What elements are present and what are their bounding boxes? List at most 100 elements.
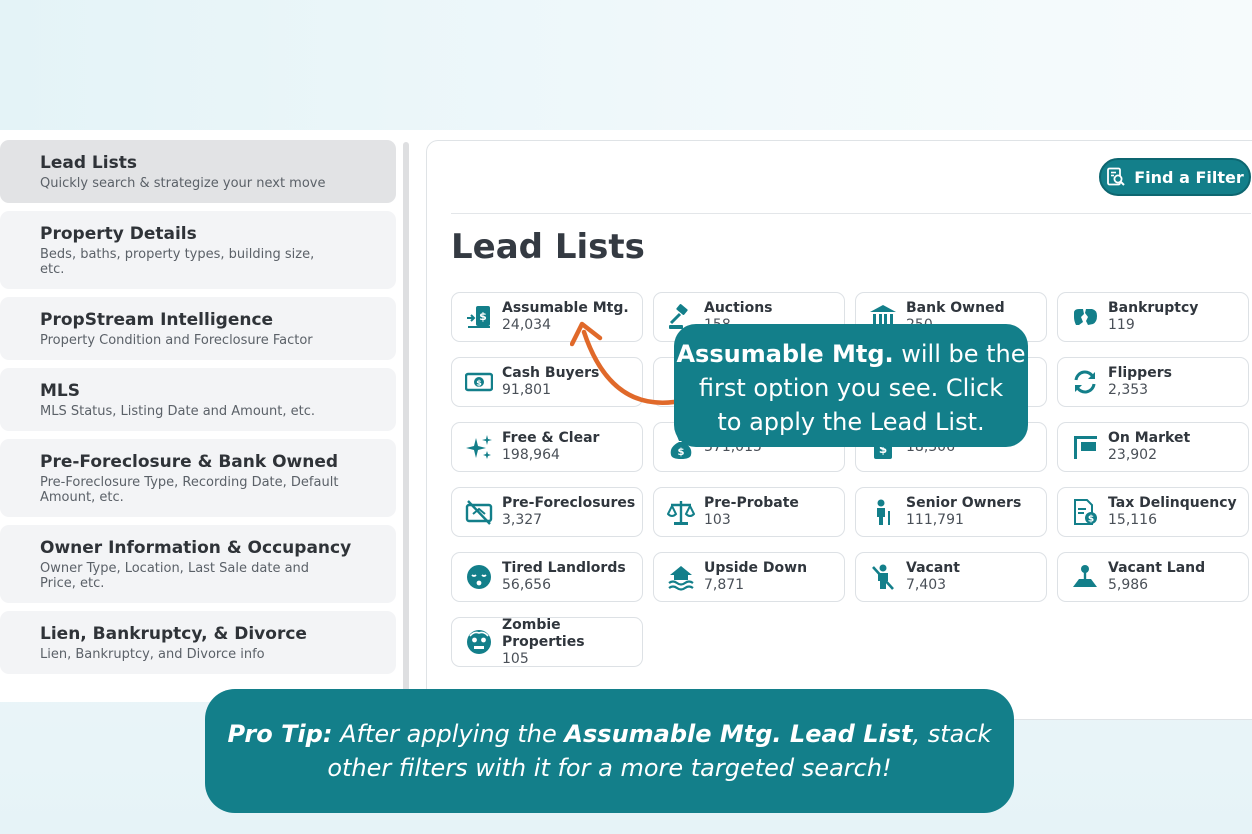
sidebar-item-subtitle: MLS Status, Listing Date and Amount, etc… [40, 404, 316, 419]
land-icon [1070, 562, 1100, 592]
sidebar-item-title: MLS [40, 381, 80, 401]
pro-tip-text2: , stack [912, 720, 992, 748]
filter-sidebar: Lead Lists Quickly search & strategize y… [0, 140, 396, 682]
lead-card-label: Free & Clear [502, 430, 600, 446]
lead-card-vacant[interactable]: Vacant 7,403 [855, 552, 1047, 602]
scales-icon [666, 497, 696, 527]
lead-card-tired-landlords[interactable]: Tired Landlords 56,656 [451, 552, 643, 602]
sidebar-scrollbar[interactable] [403, 142, 409, 702]
senior-icon [868, 497, 898, 527]
lead-card-count: 119 [1108, 317, 1135, 333]
lead-card-count: 23,902 [1108, 447, 1157, 463]
pro-tip-bold: Assumable Mtg. Lead List [564, 720, 913, 748]
lead-card-count: 7,871 [704, 577, 745, 593]
find-filter-label: Find a Filter [1134, 167, 1244, 187]
lead-card-label: Pre-Probate [704, 495, 799, 511]
top-banner [0, 0, 1252, 130]
pro-tip-line2: other filters with it for a more targete… [327, 754, 892, 782]
sidebar-item-lead-lists[interactable]: Lead Lists Quickly search & strategize y… [0, 140, 396, 203]
sidebar-item-owner-information[interactable]: Owner Information & Occupancy Owner Type… [0, 525, 396, 603]
svg-text:$: $ [476, 379, 482, 388]
sidebar-item-title: Lead Lists [40, 153, 137, 173]
pro-tip-text1: After applying the [332, 720, 565, 748]
sidebar-item-subtitle: Property Condition and Foreclosure Facto… [40, 333, 313, 348]
lead-card-label: On Market [1108, 430, 1191, 446]
lead-card-zombie-properties[interactable]: Zombie Properties 105 [451, 617, 643, 667]
lead-card-label: Vacant Land [1108, 560, 1206, 576]
lead-card-free-clear[interactable]: Free & Clear 198,964 [451, 422, 643, 472]
lead-card-count: 15,116 [1108, 512, 1157, 528]
lead-card-on-market[interactable]: On Market 23,902 [1057, 422, 1249, 472]
svg-text:$: $ [678, 447, 685, 458]
pro-tip-label: Pro Tip: [227, 720, 333, 748]
pro-tip-banner: Pro Tip: After applying the Assumable Mt… [205, 689, 1014, 813]
callout-line2: first option you see. Click [698, 374, 1004, 402]
lead-card-flippers[interactable]: Flippers 2,353 [1057, 357, 1249, 407]
tired-face-icon [464, 562, 494, 592]
lead-card-count: 198,964 [502, 447, 560, 463]
assumable-mortgage-icon: $ [464, 302, 494, 332]
sidebar-item-title: Pre-Foreclosure & Bank Owned [40, 452, 339, 472]
sparkle-icon [464, 432, 494, 462]
refresh-icon [1070, 367, 1100, 397]
sidebar-item-propstream-intelligence[interactable]: PropStream Intelligence Property Conditi… [0, 297, 396, 360]
sidebar-item-property-details[interactable]: Property Details Beds, baths, property t… [0, 211, 396, 289]
flood-house-icon [666, 562, 696, 592]
lead-card-bankruptcy[interactable]: Bankruptcy 119 [1057, 292, 1249, 342]
lead-card-label: Zombie Properties [502, 616, 585, 650]
sidebar-item-subtitle: Owner Type, Location, Last Sale date and… [40, 561, 310, 591]
callout-line1: will be the [893, 340, 1026, 368]
lead-card-pre-probate[interactable]: Pre-Probate 103 [653, 487, 845, 537]
lead-card-label: Vacant [906, 560, 960, 576]
search-document-icon [1107, 167, 1125, 186]
lead-card-label: Upside Down [704, 560, 808, 576]
lead-card-label: Pre-Foreclosures [502, 495, 636, 511]
lead-card-count: 103 [704, 512, 731, 528]
cash-icon: $ [464, 367, 494, 397]
sidebar-item-title: Owner Information & Occupancy [40, 538, 352, 558]
lead-card-label: Tired Landlords [502, 560, 626, 576]
lead-card-label: Tax Delinquency [1108, 495, 1237, 511]
sidebar-item-pre-foreclosure[interactable]: Pre-Foreclosure & Bank Owned Pre-Foreclo… [0, 439, 396, 517]
lead-card-label: Flippers [1108, 365, 1172, 381]
zombie-icon [464, 627, 494, 657]
sign-icon [1070, 432, 1100, 462]
sidebar-item-subtitle: Pre-Foreclosure Type, Recording Date, De… [40, 475, 339, 505]
lead-card-pre-foreclosures[interactable]: Pre-Foreclosures 3,327 [451, 487, 643, 537]
sidebar-item-mls[interactable]: MLS MLS Status, Listing Date and Amount,… [0, 368, 396, 431]
sidebar-item-title: PropStream Intelligence [40, 310, 274, 330]
callout-bold: Assumable Mtg. [676, 340, 894, 368]
lead-card-label: Auctions [704, 300, 773, 316]
lead-card-count: 7,403 [906, 577, 947, 593]
lead-card-count: 3,327 [502, 512, 543, 528]
tax-doc-icon: $ [1070, 497, 1100, 527]
broken-piggy-icon [1070, 302, 1100, 332]
sidebar-item-title: Lien, Bankruptcy, & Divorce [40, 624, 307, 644]
lead-card-senior-owners[interactable]: Senior Owners 111,791 [855, 487, 1047, 537]
lead-card-label: Bankruptcy [1108, 300, 1199, 316]
sidebar-item-subtitle: Beds, baths, property types, building si… [40, 247, 315, 277]
lead-card-count: 56,656 [502, 577, 551, 593]
lead-card-count: 2,353 [1108, 382, 1149, 398]
lead-card-label: Bank Owned [906, 300, 1005, 316]
svg-text:$: $ [479, 310, 487, 323]
callout-arrow [570, 321, 677, 405]
assumable-callout: Assumable Mtg. will be the first option … [674, 324, 1028, 447]
sidebar-item-lien-bankruptcy[interactable]: Lien, Bankruptcy, & Divorce Lien, Bankru… [0, 611, 396, 674]
lead-card-count: 111,791 [906, 512, 964, 528]
no-house-icon [464, 497, 494, 527]
page-title: Lead Lists [451, 227, 645, 267]
sidebar-item-subtitle: Quickly search & strategize your next mo… [40, 176, 326, 191]
sidebar-item-subtitle: Lien, Bankruptcy, and Divorce info [40, 647, 265, 662]
lead-card-upside-down[interactable]: Upside Down 7,871 [653, 552, 845, 602]
lead-card-tax-delinquency[interactable]: $ Tax Delinquency 15,116 [1057, 487, 1249, 537]
find-filter-button[interactable]: Find a Filter [1099, 158, 1251, 196]
lead-card-vacant-land[interactable]: Vacant Land 5,986 [1057, 552, 1249, 602]
no-person-icon [868, 562, 898, 592]
divider [451, 213, 1251, 214]
lead-card-count: 105 [502, 650, 529, 667]
sidebar-item-title: Property Details [40, 224, 197, 244]
lead-card-label: Senior Owners [906, 495, 1022, 511]
lead-card-count: 5,986 [1108, 577, 1149, 593]
callout-line3: to apply the Lead List. [717, 408, 985, 436]
